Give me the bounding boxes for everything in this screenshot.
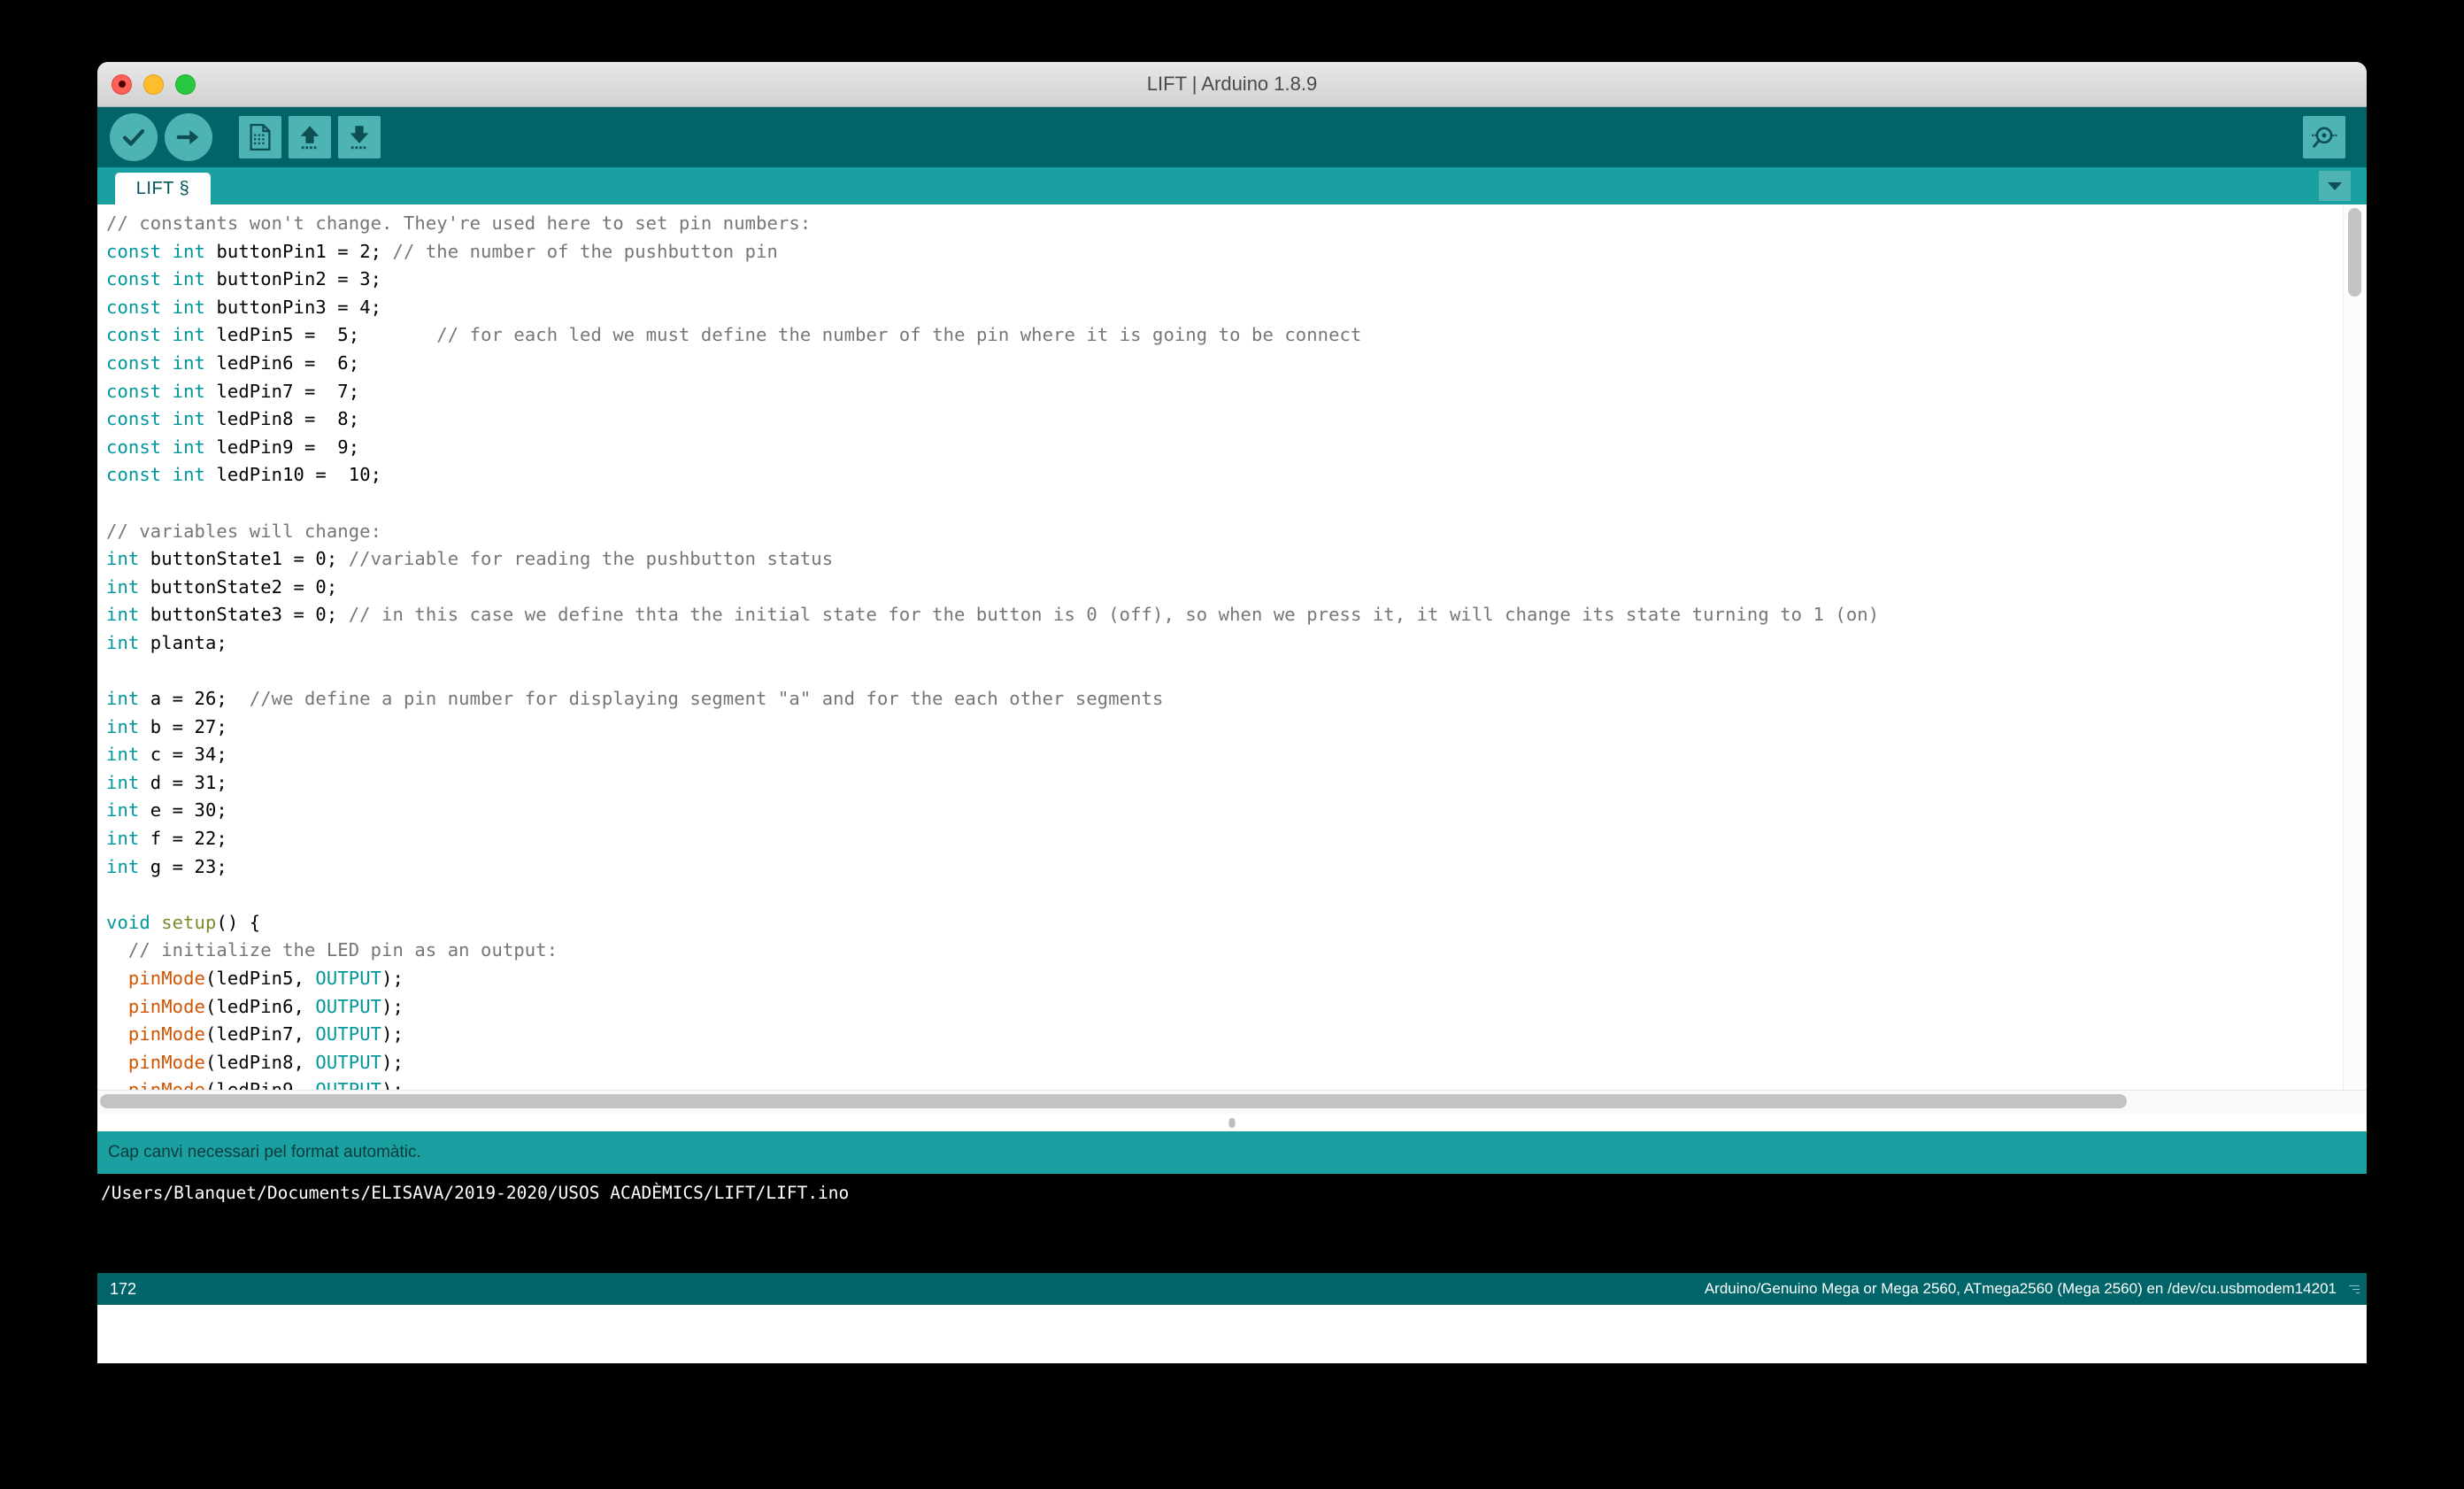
- code-content: // constants won't change. They're used …: [106, 212, 1880, 1090]
- save-button[interactable]: [338, 116, 381, 158]
- upload-button[interactable]: [165, 113, 212, 161]
- vertical-scrollbar[interactable]: [2343, 204, 2367, 1090]
- toolbar-buttons: [110, 107, 381, 167]
- board-info: Arduino/Genuino Mega or Mega 2560, ATmeg…: [1704, 1280, 2337, 1297]
- vertical-scrollbar-thumb[interactable]: [2348, 208, 2361, 297]
- titlebar: LIFT | Arduino 1.8.9: [97, 62, 2367, 107]
- tab-menu-button[interactable]: [2319, 171, 2351, 201]
- divider-grip[interactable]: [1228, 1118, 1236, 1128]
- verify-button[interactable]: [110, 113, 158, 161]
- magnifier-icon: [2312, 127, 2337, 148]
- arrow-up-icon: [300, 126, 320, 150]
- document-icon: [250, 124, 271, 150]
- arduino-ide-window: LIFT | Arduino 1.8.9 LIFT § // constants…: [97, 62, 2367, 1363]
- arrow-right-icon: [176, 129, 199, 145]
- editor-area: // constants won't change. They're used …: [97, 204, 2367, 1090]
- horizontal-scrollbar-thumb[interactable]: [100, 1094, 2127, 1108]
- horizontal-scrollbar[interactable]: [97, 1090, 2367, 1114]
- arrow-down-icon: [350, 126, 369, 150]
- resize-grip[interactable]: [2345, 1282, 2360, 1296]
- tab-lift[interactable]: LIFT §: [115, 173, 211, 204]
- tab-lift-label: LIFT §: [135, 178, 190, 198]
- chevron-down-icon: [2328, 182, 2342, 190]
- page-title: LIFT | Arduino 1.8.9: [1146, 73, 1318, 95]
- check-icon: [122, 129, 145, 146]
- toolbar-right: [2303, 107, 2345, 167]
- new-sketch-button[interactable]: [239, 116, 281, 158]
- editor-console-divider[interactable]: [97, 1114, 2367, 1131]
- status-message: Cap canvi necessari pel format automàtic…: [108, 1143, 421, 1161]
- serial-monitor-button[interactable]: [2303, 116, 2345, 158]
- open-sketch-button[interactable]: [289, 116, 331, 158]
- line-number: 172: [110, 1279, 137, 1298]
- console-panel[interactable]: /Users/Blanquet/Documents/ELISAVA/2019-2…: [97, 1174, 2367, 1273]
- tabbar: LIFT §: [97, 167, 2367, 204]
- code-editor[interactable]: // constants won't change. They're used …: [97, 204, 2344, 1090]
- console-output: /Users/Blanquet/Documents/ELISAVA/2019-2…: [101, 1183, 850, 1203]
- toolbar: [97, 107, 2367, 167]
- bottom-bar: 172 Arduino/Genuino Mega or Mega 2560, A…: [97, 1273, 2367, 1305]
- status-bar: Cap canvi necessari pel format automàtic…: [97, 1131, 2367, 1174]
- bottom-right-group: Arduino/Genuino Mega or Mega 2560, ATmeg…: [1705, 1280, 2363, 1298]
